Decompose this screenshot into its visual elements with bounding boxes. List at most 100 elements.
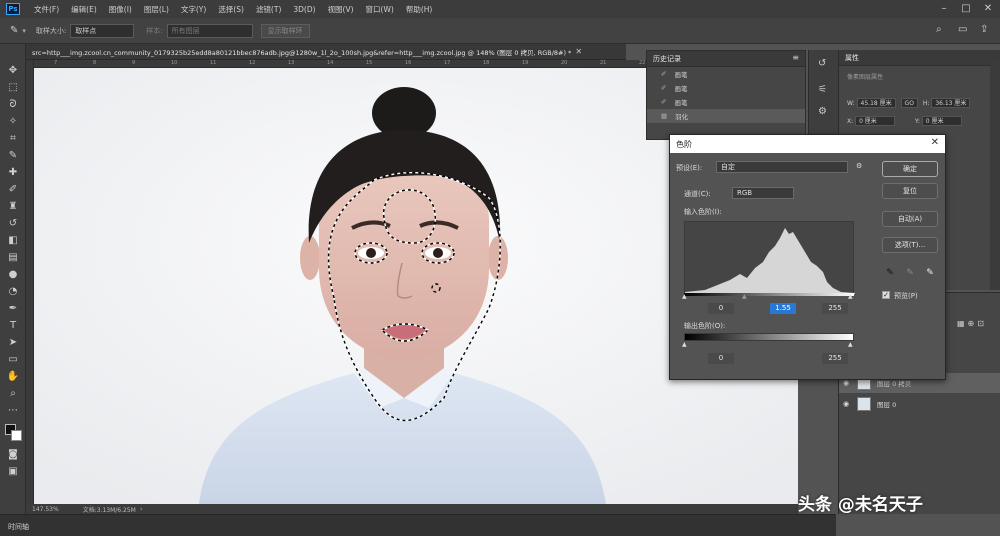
menu-filter[interactable]: 滤镜(T) (250, 4, 287, 15)
background-color-swatch[interactable] (11, 430, 22, 441)
gray-eyedropper-icon[interactable]: ✎ (904, 267, 916, 279)
status-arrow-icon[interactable]: › (140, 505, 143, 513)
layer-lock-icons[interactable]: ▦⊕⊡ (957, 319, 987, 328)
menu-3d[interactable]: 3D(D) (287, 5, 321, 14)
menu-select[interactable]: 选择(S) (212, 4, 250, 15)
channel-select[interactable]: RGB (732, 187, 794, 199)
blur-tool-icon[interactable]: ● (5, 268, 21, 282)
close-icon[interactable]: ✕ (931, 137, 939, 148)
close-document-icon[interactable]: ✕ (575, 47, 582, 56)
output-black-slider[interactable]: ▲ (682, 341, 687, 348)
pen-tool-icon[interactable]: ✒ (5, 302, 21, 316)
menu-type[interactable]: 文字(Y) (175, 4, 212, 15)
workspace-icon[interactable]: ▭ (958, 24, 967, 35)
properties-icon[interactable]: ⚙ (818, 106, 827, 117)
document-title: src=http___img.zcool.cn_community_017932… (32, 48, 572, 57)
marquee-tool-icon[interactable]: ⬚ (5, 81, 21, 95)
brush-tool-icon[interactable]: ✐ (5, 183, 21, 197)
visibility-eye-icon[interactable]: ◉ (843, 400, 853, 408)
photoshop-logo-icon[interactable]: Ps (6, 3, 20, 15)
eyedropper-icon[interactable]: ✎ (5, 149, 21, 163)
reset-button[interactable]: 复位 (882, 183, 938, 199)
dialog-title-bar[interactable]: 色阶 ✕ (670, 135, 945, 153)
tool-preset-chevron-icon[interactable]: ▾ (22, 27, 26, 35)
height-input[interactable]: 36.13 厘米 (931, 98, 971, 108)
close-icon[interactable]: ✕ (982, 3, 994, 15)
quick-select-tool-icon[interactable]: ✧ (5, 115, 21, 129)
link-dimensions-button[interactable]: GO (900, 98, 918, 108)
gamma-slider[interactable]: ▲ (742, 293, 747, 300)
share-icon[interactable]: ⇪ (980, 24, 988, 35)
edit-toolbar-icon[interactable]: ⋯ (5, 404, 21, 418)
panel-scrollbar[interactable] (990, 60, 1000, 290)
black-eyedropper-icon[interactable]: ✎ (884, 267, 896, 279)
preview-checkbox[interactable]: ✓ (882, 291, 890, 299)
minimize-icon[interactable]: – (938, 3, 950, 15)
type-tool-icon[interactable]: T (5, 319, 21, 333)
properties-tab[interactable]: 属性 (845, 53, 867, 63)
width-input[interactable]: 45.18 厘米 (856, 98, 896, 108)
zoom-level[interactable]: 147.53% (32, 506, 59, 513)
ruler-tick-label: 13 (288, 60, 295, 66)
lasso-tool-icon[interactable]: ᘐ (5, 98, 21, 112)
y-input[interactable]: 0 厘米 (921, 116, 962, 126)
vertical-ruler (26, 60, 34, 504)
hand-tool-icon[interactable]: ✋ (5, 370, 21, 384)
document-tab[interactable]: src=http___img.zcool.cn_community_017932… (26, 44, 626, 60)
eraser-tool-icon[interactable]: ◧ (5, 234, 21, 248)
white-point-slider[interactable]: ▲ (848, 293, 853, 300)
clone-stamp-icon[interactable]: ♜ (5, 200, 21, 214)
ok-button[interactable]: 确定 (882, 161, 938, 177)
history-panel-icon[interactable]: ↺ (818, 58, 826, 69)
document-status-bar: 147.53% 文档:3.13M/6.25M › (26, 504, 798, 514)
output-white-field[interactable]: 255 (822, 353, 848, 364)
x-input[interactable]: 0 厘米 (855, 116, 896, 126)
zoom-tool-icon[interactable]: ⌕ (5, 387, 21, 401)
timeline-tab[interactable]: 时间轴 (8, 522, 29, 532)
path-select-icon[interactable]: ➤ (5, 336, 21, 350)
visibility-eye-icon[interactable]: ◉ (843, 379, 853, 387)
dodge-tool-icon[interactable]: ◔ (5, 285, 21, 299)
history-tab[interactable]: 历史记录 (653, 54, 689, 64)
history-brush-icon[interactable]: ↺ (5, 217, 21, 231)
menu-image[interactable]: 图像(I) (103, 4, 138, 15)
sample-select[interactable]: 所有图层 (166, 23, 253, 38)
gradient-tool-icon[interactable]: ▤ (5, 251, 21, 265)
menu-file[interactable]: 文件(F) (28, 4, 65, 15)
search-icon[interactable]: ⌕ (936, 24, 942, 35)
sample-size-select[interactable]: 取样点 (70, 23, 135, 38)
preset-select[interactable]: 自定 (716, 161, 848, 173)
healing-brush-icon[interactable]: ✚ (5, 166, 21, 180)
preset-options-gear-icon[interactable]: ⚙ (856, 162, 862, 170)
history-item-active[interactable]: ▦ 羽化 (647, 109, 805, 123)
document-size: 文档:3.13M/6.25M (82, 506, 136, 514)
screen-mode-icon[interactable]: ▣ (5, 465, 21, 479)
quick-mask-icon[interactable]: ◙ (5, 448, 21, 462)
show-sampling-ring-checkbox[interactable]: 显示取样环 (260, 23, 310, 38)
shape-tool-icon[interactable]: ▭ (5, 353, 21, 367)
history-item[interactable]: ✐ 画笔 (647, 95, 805, 109)
auto-button[interactable]: 自动(A) (882, 211, 938, 227)
output-white-slider[interactable]: ▲ (848, 341, 853, 348)
menu-help[interactable]: 帮助(H) (400, 4, 439, 15)
menu-layer[interactable]: 图层(L) (138, 4, 175, 15)
layer-row[interactable]: ◉ 图层 0 (839, 394, 1000, 414)
adjustments-icon[interactable]: ⚟ (818, 84, 827, 95)
crop-tool-icon[interactable]: ⌗ (5, 132, 21, 146)
menu-window[interactable]: 窗口(W) (360, 4, 400, 15)
move-tool-icon[interactable]: ✥ (5, 64, 21, 78)
panel-menu-icon[interactable]: ≡ (792, 53, 799, 62)
input-white-field[interactable]: 255 (822, 303, 848, 314)
eyedropper-tool-icon[interactable]: ✎ (10, 25, 18, 36)
options-button[interactable]: 选项(T)... (882, 237, 938, 253)
white-eyedropper-icon[interactable]: ✎ (924, 267, 936, 279)
output-black-field[interactable]: 0 (708, 353, 734, 364)
menu-view[interactable]: 视图(V) (322, 4, 360, 15)
input-black-field[interactable]: 0 (708, 303, 734, 314)
history-item[interactable]: ✐ 画笔 (647, 81, 805, 95)
maximize-icon[interactable]: □ (960, 3, 972, 15)
menu-edit[interactable]: 编辑(E) (65, 4, 103, 15)
black-point-slider[interactable]: ▲ (682, 293, 687, 300)
history-item[interactable]: ✐ 画笔 (647, 67, 805, 81)
input-gamma-field[interactable]: 1.55 (770, 303, 796, 314)
